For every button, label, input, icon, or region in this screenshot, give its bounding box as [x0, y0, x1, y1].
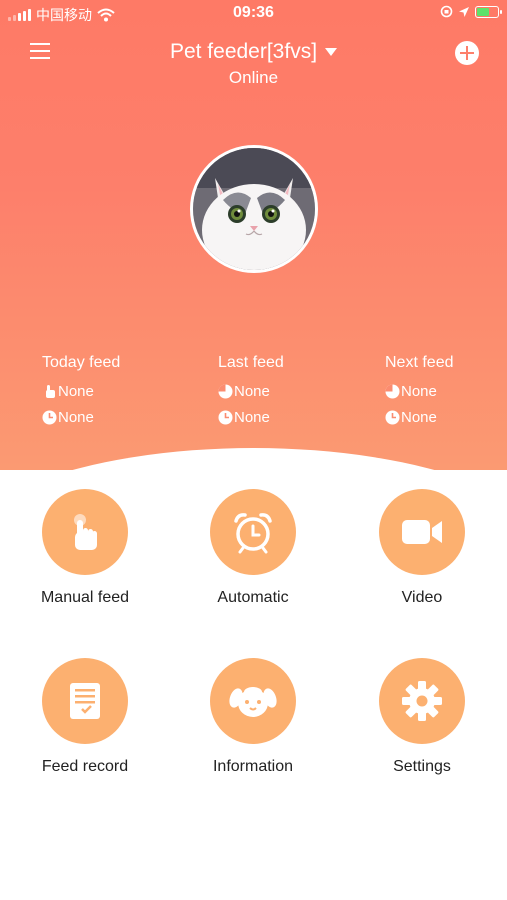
- next-feed: Next feed None None: [385, 354, 507, 430]
- video-button[interactable]: Video: [347, 489, 497, 607]
- feed-summary: Today feed None None Last feed None None…: [0, 354, 507, 434]
- add-device-button[interactable]: [455, 41, 479, 65]
- location-icon: [459, 6, 469, 17]
- device-selector[interactable]: Pet feeder[3fvs]: [169, 40, 338, 64]
- status-right: [440, 5, 502, 18]
- status-time: 09:36: [233, 4, 274, 21]
- hero-curve: [0, 448, 507, 470]
- information-button[interactable]: Information: [178, 658, 328, 776]
- last-feed-label: Last feed: [218, 354, 284, 371]
- clock-icon: [385, 410, 400, 424]
- today-feed-time-value: None: [58, 408, 94, 426]
- dog-face-icon: [229, 687, 277, 717]
- manual-feed-button[interactable]: Manual feed: [10, 489, 160, 607]
- hand-icon: [46, 384, 55, 398]
- alarm-clock-icon: [234, 513, 272, 554]
- automatic-button[interactable]: Automatic: [178, 489, 328, 607]
- last-feed-amount: None: [218, 378, 378, 404]
- video-label: Video: [401, 589, 443, 606]
- video-camera-icon: [402, 520, 442, 544]
- video-circle: [379, 489, 465, 575]
- today-feed-amount: None: [42, 378, 202, 404]
- gear-icon: [402, 681, 442, 721]
- next-feed-time-value: None: [401, 408, 437, 426]
- information-circle: [210, 658, 296, 744]
- next-feed-amount-value: None: [401, 382, 437, 400]
- device-header: Pet feeder[3fvs] Online: [0, 40, 507, 88]
- automatic-circle: [210, 489, 296, 575]
- next-feed-label: Next feed: [385, 354, 454, 371]
- feed-record-circle: [42, 658, 128, 744]
- information-label: Information: [212, 758, 294, 775]
- device-status: Online: [228, 68, 279, 87]
- manual-feed-label: Manual feed: [40, 589, 130, 606]
- clock-icon: [218, 410, 233, 424]
- settings-circle: [379, 658, 465, 744]
- status-bar: 中国移动 09:36: [0, 0, 507, 28]
- today-feed-time: None: [42, 404, 202, 430]
- pie-icon: [218, 384, 233, 398]
- today-feed: Today feed None None: [42, 354, 202, 430]
- automatic-label: Automatic: [217, 589, 289, 606]
- settings-label: Settings: [393, 758, 451, 775]
- clipboard-icon: [70, 683, 100, 719]
- settings-button[interactable]: Settings: [347, 658, 497, 776]
- today-feed-label: Today feed: [42, 354, 121, 371]
- last-feed-time-value: None: [234, 408, 270, 426]
- pie-icon: [385, 384, 400, 398]
- device-title: Pet feeder[3fvs]: [169, 40, 318, 63]
- next-feed-amount: None: [385, 378, 507, 404]
- feed-record-button[interactable]: Feed record: [10, 658, 160, 776]
- clock-icon: [42, 410, 57, 424]
- last-feed: Last feed None None: [218, 354, 378, 430]
- last-feed-time: None: [218, 404, 378, 430]
- rotation-lock-icon: [440, 5, 453, 18]
- hand-tap-icon: [74, 514, 97, 550]
- feed-record-label: Feed record: [41, 758, 129, 775]
- battery-icon: [475, 5, 502, 18]
- today-feed-amount-value: None: [58, 382, 94, 400]
- manual-feed-circle: [42, 489, 128, 575]
- next-feed-time: None: [385, 404, 507, 430]
- chevron-down-icon: [325, 48, 338, 56]
- pet-avatar[interactable]: [190, 145, 318, 273]
- last-feed-amount-value: None: [234, 382, 270, 400]
- cat-photo: [193, 148, 315, 270]
